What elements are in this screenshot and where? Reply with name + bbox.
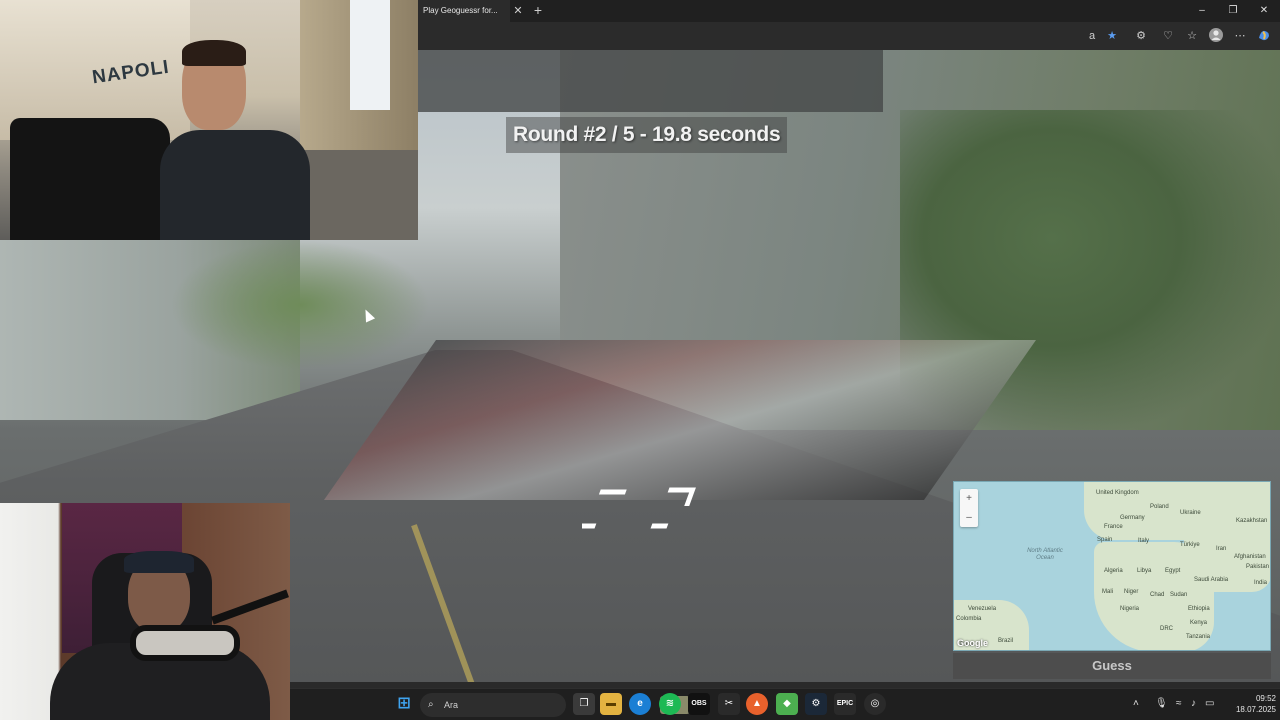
guess-button[interactable]: Guess: [953, 653, 1271, 679]
webcam-overlay-streamer: [0, 503, 290, 720]
battery-icon[interactable]: ▭: [1205, 698, 1214, 709]
map-label: France: [1104, 524, 1123, 530]
map-label: Tanzania: [1186, 634, 1211, 640]
profile-icon[interactable]: [1208, 28, 1224, 44]
start-windows-icon[interactable]: ⊞: [393, 693, 415, 715]
webcam-overlay-street: NAPOLI: [0, 0, 418, 240]
parked-car: [10, 118, 170, 240]
window-close-icon[interactable]: ✕: [1256, 3, 1272, 19]
clock-time: 09:52: [1255, 694, 1276, 703]
copilot-icon[interactable]: [1256, 28, 1272, 44]
map-label: Brazil: [998, 638, 1014, 644]
brave-icon[interactable]: ▲: [746, 693, 768, 715]
taskbar-clock[interactable]: 09:52 18.07.2025: [1220, 693, 1276, 715]
shirt: [160, 130, 310, 240]
tab-bar: Play Geoguessr for... ✕ + – ❐ ✕: [418, 0, 1280, 22]
spotify-icon[interactable]: ≋: [659, 693, 681, 715]
obs-app-icon[interactable]: OBS: [688, 693, 710, 715]
taskbar-search[interactable]: ⌕ Ara: [420, 693, 690, 717]
zoom-out-button[interactable]: –: [960, 508, 978, 527]
parked-cars: [323, 340, 1037, 500]
task-view-icon[interactable]: ❐: [573, 693, 595, 715]
new-tab-button[interactable]: +: [530, 3, 546, 19]
search-placeholder: Ara: [444, 700, 459, 710]
search-icon: ⌕: [428, 699, 434, 710]
browser-essentials-icon[interactable]: ♡: [1160, 28, 1176, 44]
tray-overflow-icon[interactable]: ˄: [1133, 698, 1139, 709]
guess-map[interactable]: United Kingdom Germany Poland Ukraine Ka…: [953, 481, 1271, 651]
overlay-strip: [418, 50, 883, 112]
map-label: Niger: [1124, 589, 1139, 595]
address-bar: a ★ ⚙ ♡ ☆ ⋯: [418, 22, 1280, 50]
file-explorer-icon[interactable]: ▬: [600, 693, 622, 715]
round-status: Round #2 / 5 - 19.8 seconds: [506, 117, 788, 153]
favorites-icon[interactable]: ☆: [1184, 28, 1200, 44]
fullscreen-icon[interactable]: [582, 486, 698, 530]
map-zoom-control: + –: [960, 489, 978, 527]
favorite-star-icon[interactable]: ★: [1104, 28, 1120, 44]
extensions-icon[interactable]: ⚙: [1133, 28, 1149, 44]
volume-icon[interactable]: ♪: [1191, 698, 1196, 709]
map-label: Türkiye: [1180, 542, 1200, 548]
microphone-icon[interactable]: 🎙: [1155, 698, 1168, 709]
map-label: Colombia: [956, 616, 982, 622]
map-label: Italy: [1138, 538, 1150, 544]
map-label: Ethiopia: [1188, 606, 1210, 612]
mic-arm: [211, 589, 289, 625]
bandana: [124, 551, 194, 573]
sky: [350, 0, 390, 110]
restore-icon[interactable]: ❐: [1225, 3, 1241, 19]
map-label: Germany: [1120, 515, 1145, 521]
map-label: Spain: [1097, 537, 1113, 543]
epic-games-icon[interactable]: EPIC: [834, 693, 856, 715]
wifi-icon[interactable]: ≈: [1176, 698, 1182, 709]
steam-icon[interactable]: ⚙: [805, 693, 827, 715]
map-label: Afghanistan: [1234, 554, 1266, 560]
more-options-icon[interactable]: ⋯: [1232, 28, 1248, 44]
map-label: Kazakhstan: [1236, 518, 1268, 524]
map-label: Iran: [1216, 546, 1227, 552]
streamer-irl: [160, 40, 310, 240]
map-label: Sudan: [1170, 592, 1188, 598]
hair: [182, 40, 246, 66]
map-label: Saudi Arabia: [1194, 577, 1229, 583]
chat-app-icon[interactable]: ◎: [864, 693, 886, 715]
map-label: Algeria: [1104, 568, 1123, 574]
minimize-icon[interactable]: –: [1194, 3, 1210, 19]
map-label: United Kingdom: [1096, 490, 1139, 496]
map-label: DRC: [1160, 626, 1173, 632]
map-label: Pakistan: [1246, 564, 1270, 570]
map-label: India: [1254, 580, 1268, 586]
tab-close-icon[interactable]: ✕: [510, 3, 526, 19]
trees-distant: [170, 240, 430, 370]
tab-geoguessr[interactable]: Play Geoguessr for...: [418, 0, 510, 22]
edge-browser-icon[interactable]: e: [629, 693, 651, 715]
microphone: [130, 625, 240, 661]
map-label: Egypt: [1165, 568, 1181, 574]
map-label: Mali: [1102, 589, 1114, 595]
map-label: Nigeria: [1120, 606, 1140, 612]
ocean-label: North Atlantic Ocean: [1027, 548, 1063, 561]
windows-taskbar: ⊞ ⌕ Ara ❐ ▬ e ≋ OBS ✂ ▲ ◆ ⚙ EPIC ◎ ˄ 🎙 ≈…: [290, 688, 1280, 720]
map-label: Kenya: [1190, 620, 1208, 626]
map-label: Libya: [1137, 568, 1152, 574]
map-label: Poland: [1150, 504, 1169, 510]
map-label: Ukraine: [1180, 510, 1201, 516]
google-logo: Google: [957, 638, 988, 648]
app-icon[interactable]: ◆: [776, 693, 798, 715]
map-label: Venezuela: [968, 606, 997, 612]
read-aloud-icon[interactable]: a: [1084, 28, 1100, 44]
clock-date: 18.07.2025: [1235, 705, 1276, 714]
map-label: Chad: [1150, 592, 1165, 598]
zoom-in-button[interactable]: +: [960, 489, 978, 508]
capcut-icon[interactable]: ✂: [718, 693, 740, 715]
